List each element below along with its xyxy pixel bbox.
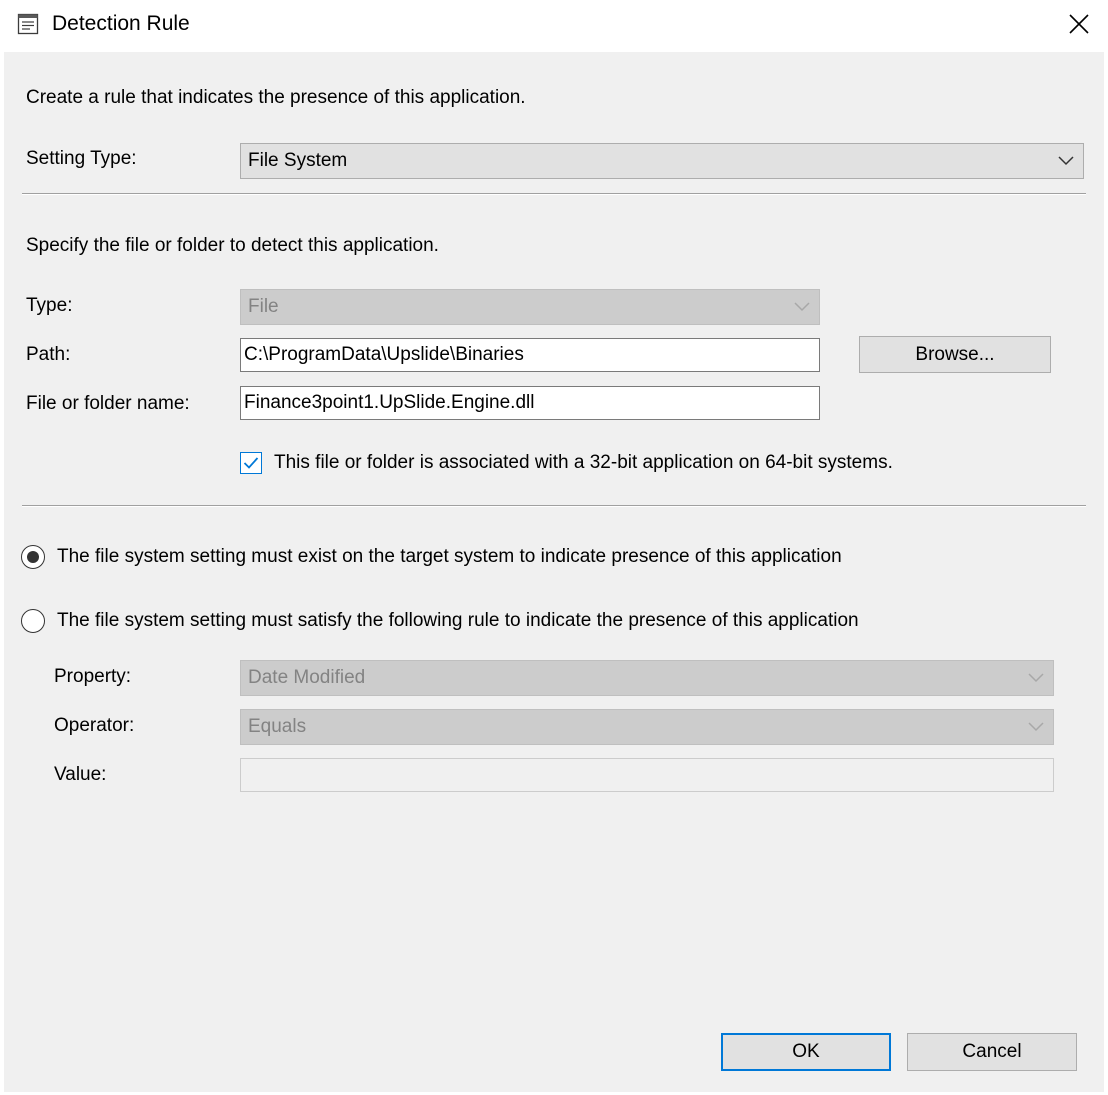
chevron-down-icon xyxy=(1019,710,1053,744)
dialog-list-icon xyxy=(17,13,39,35)
radio-must-exist-label[interactable]: The file system setting must exist on th… xyxy=(57,545,842,569)
property-label: Property: xyxy=(54,666,132,687)
property-value: Date Modified xyxy=(248,667,366,688)
radio-satisfy-rule[interactable] xyxy=(21,609,45,633)
value-label: Value: xyxy=(54,764,107,785)
value-input[interactable] xyxy=(240,758,1054,792)
32bit-checkbox[interactable] xyxy=(240,452,262,474)
file-section-description: Specify the file or folder to detect thi… xyxy=(26,235,439,256)
setting-type-label: Setting Type: xyxy=(26,148,137,169)
separator xyxy=(22,505,1086,507)
operator-value: Equals xyxy=(248,716,307,737)
chevron-down-icon xyxy=(785,290,819,324)
chevron-down-icon xyxy=(1049,144,1083,178)
path-label: Path: xyxy=(26,344,71,365)
type-label: Type: xyxy=(26,295,73,316)
setting-type-select[interactable]: File System xyxy=(240,143,1084,179)
close-button[interactable] xyxy=(1054,2,1104,46)
32bit-checkbox-label[interactable]: This file or folder is associated with a… xyxy=(274,451,893,475)
operator-label: Operator: xyxy=(54,715,135,736)
radio-satisfy-rule-label[interactable]: The file system setting must satisfy the… xyxy=(57,609,859,633)
type-select[interactable]: File xyxy=(240,289,820,325)
chevron-down-icon xyxy=(1019,661,1053,695)
cancel-button[interactable]: Cancel xyxy=(907,1033,1077,1071)
path-input[interactable]: C:\ProgramData\Upslide\Binaries xyxy=(240,338,820,372)
separator xyxy=(22,193,1086,195)
property-select[interactable]: Date Modified xyxy=(240,660,1054,696)
file-name-input[interactable]: Finance3point1.UpSlide.Engine.dll xyxy=(240,386,820,420)
radio-must-exist[interactable] xyxy=(21,545,45,569)
intro-text: Create a rule that indicates the presenc… xyxy=(26,87,526,108)
operator-select[interactable]: Equals xyxy=(240,709,1054,745)
setting-type-value: File System xyxy=(248,150,348,171)
detection-rule-dialog: Detection Rule Create a rule that indica… xyxy=(0,0,1108,1095)
file-name-label: File or folder name: xyxy=(26,393,190,414)
radio-selected-dot xyxy=(27,551,39,563)
close-icon xyxy=(1069,14,1089,34)
title-bar: Detection Rule xyxy=(0,0,1108,50)
type-value: File xyxy=(248,296,279,317)
ok-button[interactable]: OK xyxy=(721,1033,891,1071)
checkmark-icon xyxy=(243,457,259,469)
window-title: Detection Rule xyxy=(52,12,190,35)
dialog-body: Create a rule that indicates the presenc… xyxy=(4,52,1104,1092)
browse-button[interactable]: Browse... xyxy=(859,336,1051,373)
